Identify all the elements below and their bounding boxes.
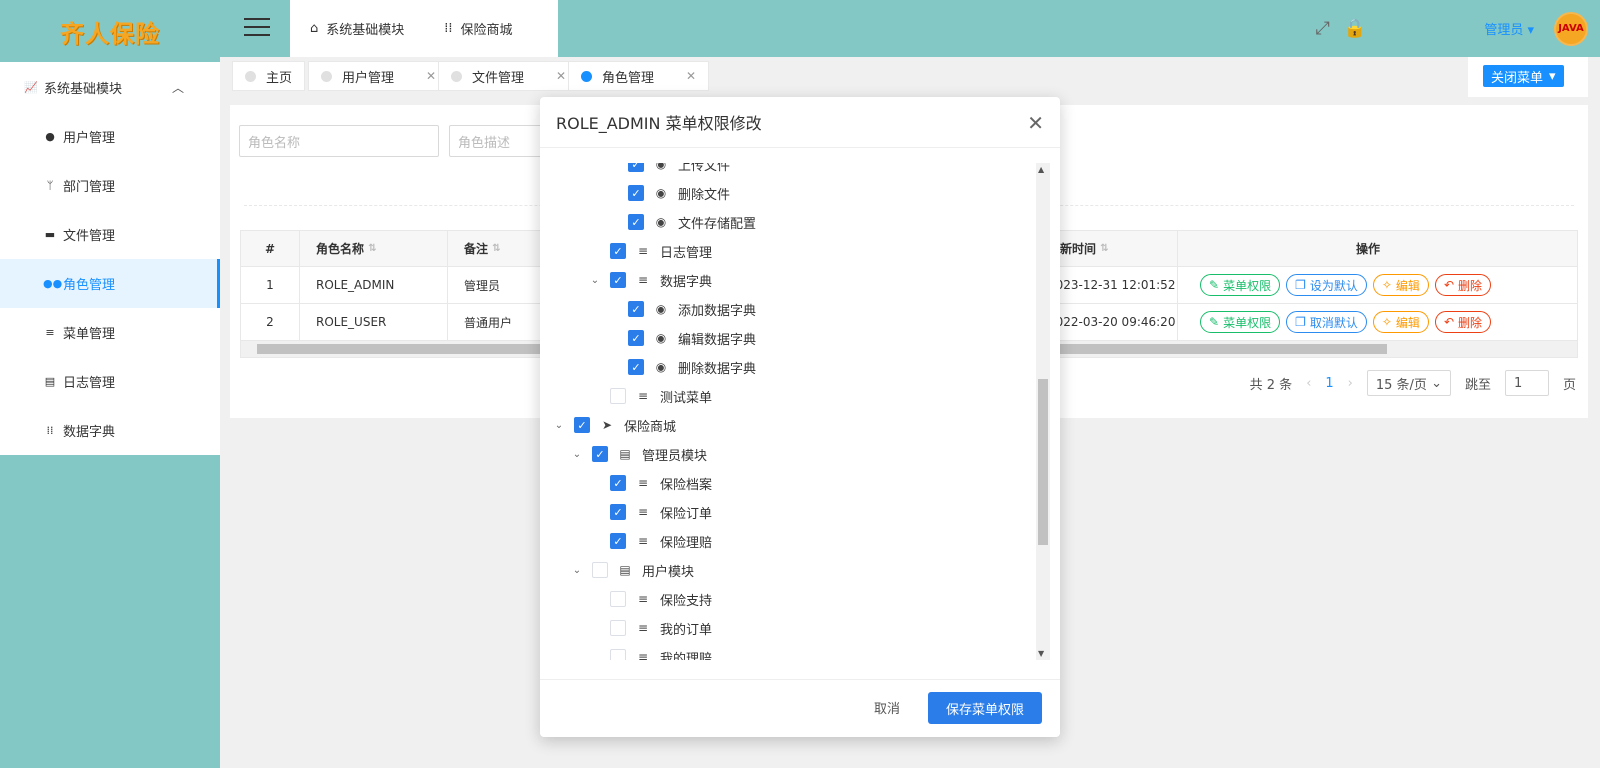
tree-node-label: 删除文件 (678, 187, 731, 203)
tree-node[interactable]: ⌄ ✓ ➤ 保险商城 (554, 414, 676, 436)
tree-checkbox[interactable]: ✓ (574, 417, 590, 433)
save-menu-permission-button[interactable]: 保存菜单权限 (928, 692, 1042, 724)
radio-icon: ◉ (655, 360, 667, 374)
tree-node[interactable]: ✓ ◉ 删除数据字典 (608, 356, 756, 378)
radio-icon: ◉ (655, 163, 667, 171)
radio-icon: ◉ (655, 302, 667, 316)
chevron-down-icon[interactable]: ⌄ (554, 420, 564, 431)
lines-icon: ≡ (637, 389, 649, 403)
lines-icon: ≡ (637, 621, 649, 635)
modal-title: ROLE_ADMIN 菜单权限修改 (540, 97, 1060, 148)
tree-node-label: 保险商城 (624, 419, 677, 435)
lines-icon: ≡ (637, 244, 649, 258)
radio-icon: ◉ (655, 215, 667, 229)
tree-node-label: 保险理赔 (660, 535, 713, 551)
tree-node[interactable]: ⌄ ✓ ≡ 数据字典 (590, 269, 712, 291)
chevron-down-icon[interactable]: ⌄ (590, 275, 600, 286)
tree-node[interactable]: ✓ ≡ 保险档案 (590, 472, 712, 494)
tree-node[interactable]: ≡ 我的订单 (590, 617, 712, 639)
tree-node-label: 我的订单 (660, 622, 713, 638)
tree-node[interactable]: ✓ ◉ 删除文件 (608, 182, 730, 204)
tree-node-label: 保险支持 (660, 593, 713, 609)
tree-checkbox[interactable]: ✓ (610, 504, 626, 520)
tree-checkbox[interactable]: ✓ (610, 533, 626, 549)
scrollbar-thumb[interactable] (1038, 379, 1048, 545)
tree-checkbox[interactable]: ✓ (628, 330, 644, 346)
tree-checkbox[interactable]: ✓ (610, 475, 626, 491)
tree-node-label: 上传文件 (678, 163, 731, 174)
tree-node[interactable]: ≡ 测试菜单 (590, 385, 712, 407)
tree-node[interactable]: ⌄ ▤ 用户模块 (572, 559, 694, 581)
tree-node-label: 保险档案 (660, 477, 713, 493)
scroll-up-icon[interactable]: ▲ (1038, 165, 1044, 174)
tree-checkbox[interactable] (610, 620, 626, 636)
tree-node[interactable]: ✓ ◉ 文件存储配置 (608, 211, 756, 233)
vertical-scrollbar[interactable]: ▲ ▼ (1036, 163, 1050, 660)
tree-node-label: 用户模块 (642, 564, 695, 580)
tree-node[interactable]: ✓ ◉ 添加数据字典 (608, 298, 756, 320)
tree-node[interactable]: ✓ ◉ 上传文件 (608, 163, 730, 175)
tree-checkbox[interactable]: ✓ (610, 243, 626, 259)
tree-node[interactable]: ⌄ ✓ ▤ 管理员模块 (572, 443, 707, 465)
chevron-down-icon[interactable]: ⌄ (572, 449, 582, 460)
tree-node-label: 数据字典 (660, 274, 713, 290)
tree-node[interactable]: ≡ 保险支持 (590, 588, 712, 610)
radio-icon: ◉ (655, 186, 667, 200)
lines-icon: ≡ (637, 273, 649, 287)
doc-icon: ▤ (619, 563, 631, 577)
tree-node-label: 文件存储配置 (678, 216, 757, 232)
lines-icon: ≡ (637, 592, 649, 606)
doc-icon: ▤ (619, 447, 631, 461)
tree-checkbox[interactable]: ✓ (628, 301, 644, 317)
tree-node[interactable]: ✓ ≡ 保险订单 (590, 501, 712, 523)
tree-node-label: 日志管理 (660, 245, 713, 261)
tree-checkbox[interactable]: ✓ (628, 163, 644, 172)
modal-footer: 取消 保存菜单权限 (540, 679, 1060, 737)
tree-node-label: 删除数据字典 (678, 361, 757, 377)
tree-checkbox[interactable] (610, 591, 626, 607)
tree-node-label: 添加数据字典 (678, 303, 757, 319)
cancel-button[interactable]: 取消 (874, 698, 900, 717)
tree-node-label: 我的理赔 (660, 651, 713, 661)
lines-icon: ≡ (637, 476, 649, 490)
tree-node-label: 测试菜单 (660, 390, 713, 406)
permission-tree: ✓ ◉ 上传文件 ✓ ◉ 删除文件 ✓ ◉ 文件存储配置 ✓ ≡ 日志管理 ⌄ ✓ ≡ 数据字典 ✓ ◉ 添加数据字… (540, 163, 1032, 660)
lines-icon: ≡ (637, 534, 649, 548)
tree-checkbox[interactable]: ✓ (610, 272, 626, 288)
tree-node[interactable]: ✓ ≡ 日志管理 (590, 240, 712, 262)
tree-node[interactable]: ✓ ◉ 编辑数据字典 (608, 327, 756, 349)
lines-icon: ≡ (637, 505, 649, 519)
tree-node[interactable]: ≡ 我的理赔 (590, 646, 712, 660)
tree-checkbox[interactable]: ✓ (592, 446, 608, 462)
tree-checkbox[interactable]: ✓ (628, 214, 644, 230)
compass-icon: ➤ (601, 418, 613, 432)
tree-checkbox[interactable] (592, 562, 608, 578)
tree-checkbox[interactable] (610, 649, 626, 660)
tree-checkbox[interactable] (610, 388, 626, 404)
tree-node-label: 保险订单 (660, 506, 713, 522)
lines-icon: ≡ (637, 650, 649, 660)
tree-node-label: 管理员模块 (642, 448, 708, 464)
tree-checkbox[interactable]: ✓ (628, 185, 644, 201)
tree-checkbox[interactable]: ✓ (628, 359, 644, 375)
scroll-down-icon[interactable]: ▼ (1038, 649, 1044, 658)
close-icon[interactable]: ✕ (1027, 111, 1044, 135)
menu-permission-modal: ROLE_ADMIN 菜单权限修改 ✕ ✓ ◉ 上传文件 ✓ ◉ 删除文件 ✓ ◉ 文件存储配置… (540, 97, 1060, 737)
tree-node-label: 编辑数据字典 (678, 332, 757, 348)
chevron-down-icon[interactable]: ⌄ (572, 565, 582, 576)
radio-icon: ◉ (655, 331, 667, 345)
tree-node[interactable]: ✓ ≡ 保险理赔 (590, 530, 712, 552)
